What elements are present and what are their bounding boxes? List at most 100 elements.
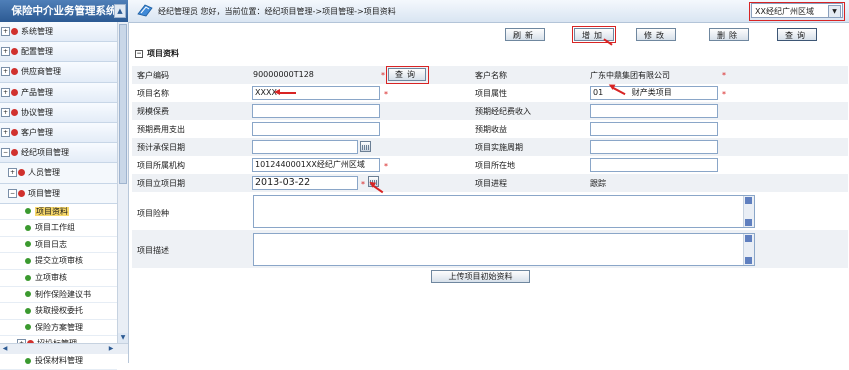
sidebar-item-label: 供应商管理 — [21, 67, 61, 77]
progress-label: 项目进程 — [475, 179, 507, 188]
menu-bullet-icon — [25, 208, 31, 215]
upload-initial-docs-button[interactable]: 上传项目初始资料 — [431, 270, 530, 283]
sidebar-item-label: 项目资料 — [35, 206, 69, 216]
required-mark: * — [361, 180, 365, 189]
menu-bullet-icon — [25, 291, 31, 298]
calendar-icon[interactable] — [360, 141, 371, 152]
scroll-left-icon[interactable]: ◀ — [0, 344, 10, 354]
edit-button[interactable]: 修改 — [636, 28, 676, 41]
form-row: 预期费用支出 预期收益 — [132, 120, 848, 138]
sidebar-item-label: 提交立项审核 — [35, 256, 83, 266]
risk-textarea[interactable] — [253, 195, 755, 228]
menu-bullet-icon — [11, 68, 18, 76]
sidebar-vertical-scrollbar[interactable]: ▼ — [117, 22, 128, 343]
sidebar-item[interactable]: 投保材料管理 — [0, 353, 117, 370]
menu-bullet-icon — [25, 274, 31, 281]
menu-bullet-icon — [11, 28, 18, 35]
sidebar-item[interactable]: 提交立项审核 — [0, 253, 117, 271]
project-attr-name: 财产类项目 — [631, 88, 672, 97]
system-title-text: 保险中介业务管理系统 — [11, 5, 117, 17]
expected-date-input[interactable] — [252, 140, 358, 154]
sidebar-item-label: 项目管理 — [28, 188, 60, 198]
form-row: 预计承保日期 项目实施周期 — [132, 138, 848, 156]
query-button[interactable]: 查询 — [777, 28, 817, 41]
org-input[interactable]: 1012440001XX经纪广州区域 — [252, 158, 380, 172]
expand-icon[interactable]: + — [1, 27, 10, 36]
textarea-scrollbar[interactable] — [743, 196, 754, 227]
expected-income-label: 预期经纪费收入 — [475, 107, 531, 116]
sidebar-item-label: 客户管理 — [21, 127, 53, 137]
expected-cost-input[interactable] — [252, 122, 380, 136]
textarea-scrollbar[interactable] — [743, 234, 754, 265]
menu-bullet-icon — [11, 149, 18, 157]
sidebar-item[interactable]: + 人员管理 — [0, 163, 117, 184]
sidebar-item[interactable]: − 经纪项目管理 — [0, 143, 117, 164]
sidebar-item-label: 保险方案管理 — [35, 322, 83, 332]
menu-bullet-icon — [25, 257, 31, 264]
collapse-icon[interactable]: − — [1, 148, 10, 158]
collapse-section-icon[interactable]: − — [135, 49, 143, 58]
expected-cost-label: 预期费用支出 — [137, 125, 185, 134]
sidebar-item[interactable]: + 供应商管理 — [0, 62, 117, 83]
location-label: 项目所在地 — [475, 161, 515, 170]
sidebar-item-label: 获取授权委托 — [35, 306, 83, 316]
required-mark: * — [384, 162, 388, 171]
scroll-down-icon[interactable] — [745, 257, 752, 264]
scroll-up-icon[interactable] — [745, 197, 752, 204]
logo-icon — [137, 4, 153, 17]
sidebar-item[interactable]: 项目日志 — [0, 236, 117, 254]
expand-icon[interactable]: + — [1, 107, 10, 117]
scroll-right-icon[interactable]: ▶ — [106, 344, 116, 354]
sidebar-item[interactable]: + 配置管理 — [0, 42, 117, 63]
sidebar-item[interactable]: + 系统管理 — [0, 22, 117, 43]
chevron-down-icon[interactable]: ▼ — [828, 5, 841, 18]
region-select-value: XX经纪广州区域 — [755, 7, 814, 16]
sidebar-item[interactable]: 项目资料 — [0, 203, 117, 221]
expected-profit-input[interactable] — [590, 122, 718, 136]
sidebar-item[interactable]: + 产品管理 — [0, 82, 117, 103]
sidebar-item[interactable]: 制作保险建议书 — [0, 286, 117, 304]
sidebar-item[interactable]: 立项审核 — [0, 270, 117, 287]
delete-button[interactable]: 删除 — [709, 28, 749, 41]
sidebar-item[interactable]: + 客户管理 — [0, 122, 117, 144]
scroll-down-icon[interactable]: ▼ — [118, 333, 128, 343]
project-name-input[interactable]: XXXX — [252, 86, 380, 100]
sidebar-item[interactable]: 保险方案管理 — [0, 319, 117, 337]
collapse-sidebar-icon[interactable]: ▲ — [114, 4, 126, 18]
setup-date-input[interactable]: 2013-03-22 — [252, 176, 358, 190]
form-row: 项目险种 — [132, 194, 848, 230]
expand-icon[interactable]: + — [8, 168, 17, 178]
sidebar-item[interactable]: 获取授权委托 — [0, 303, 117, 320]
project-attr-code: 01 — [593, 88, 604, 97]
collapse-icon[interactable]: − — [8, 188, 17, 198]
sidebar-item[interactable]: − 项目管理 — [0, 183, 117, 204]
add-button[interactable]: 增加 — [574, 28, 614, 41]
impl-period-input[interactable] — [590, 140, 718, 154]
location-input[interactable] — [590, 158, 718, 172]
customer-query-button[interactable]: 查询 — [388, 68, 426, 81]
sidebar-item[interactable]: + 协议管理 — [0, 102, 117, 123]
sidebar-item-label: 立项审核 — [35, 273, 67, 283]
refresh-button[interactable]: 刷新 — [505, 28, 545, 41]
sidebar-item-label: 制作保险建议书 — [35, 289, 91, 299]
sidebar-horizontal-scrollbar[interactable]: ◀ ▶ — [0, 343, 128, 354]
scrollbar-thumb[interactable] — [119, 24, 127, 184]
scroll-down-icon[interactable] — [745, 219, 752, 226]
sidebar-item[interactable]: 项目工作组 — [0, 220, 117, 237]
required-mark: * — [381, 71, 385, 80]
form-row: 规模保费 预期经纪费收入 — [132, 102, 848, 120]
expand-icon[interactable]: + — [1, 47, 10, 57]
menu-bullet-icon — [11, 108, 18, 116]
scale-premium-input[interactable] — [252, 104, 380, 118]
required-mark: * — [384, 90, 388, 99]
scale-premium-label: 规模保费 — [137, 107, 169, 116]
breadcrumb: 经纪管理员 您好，当前位置：经纪项目管理->项目管理->项目资料 — [158, 7, 396, 16]
desc-textarea[interactable] — [253, 233, 755, 266]
expand-icon[interactable]: + — [1, 67, 10, 77]
expand-icon[interactable]: + — [1, 127, 10, 137]
region-select[interactable]: XX经纪广州区域 ▼ — [751, 3, 843, 18]
expand-icon[interactable]: + — [1, 87, 10, 97]
project-name-label: 项目名称 — [137, 89, 169, 98]
scroll-up-icon[interactable] — [745, 235, 752, 242]
expected-income-input[interactable] — [590, 104, 718, 118]
